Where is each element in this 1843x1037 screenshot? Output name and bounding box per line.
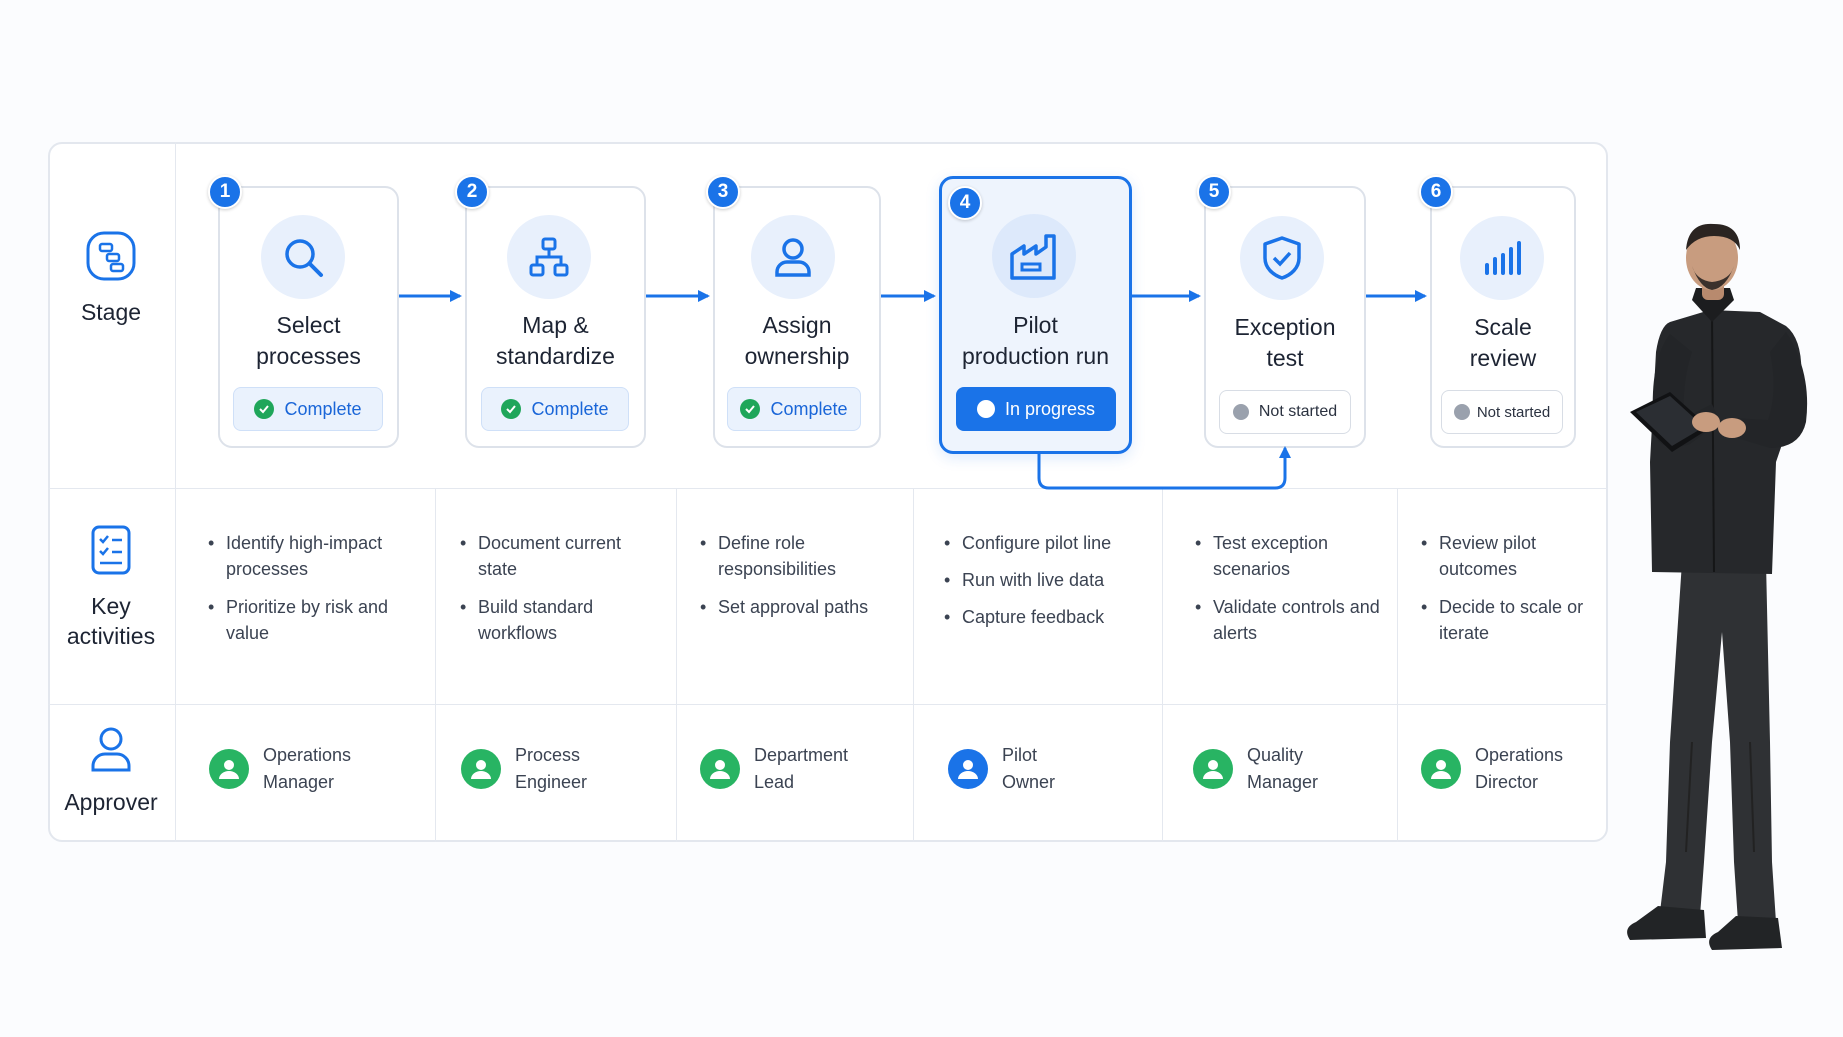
row-divider-stage	[48, 488, 1608, 489]
checklist-icon	[48, 524, 174, 584]
stage-title: Select processes	[256, 312, 361, 369]
row-label-approver: Approver	[48, 726, 174, 818]
stage-title: Exception test	[1234, 314, 1336, 371]
stage-number-badge: 1	[208, 175, 242, 209]
progress-dot-icon	[976, 400, 995, 418]
list-item: Review pilot outcomes	[1419, 530, 1599, 582]
bar-chart-icon	[1460, 216, 1544, 300]
status-badge-complete: Complete	[233, 387, 383, 431]
activities-list-1: Identify high-impact processes Prioritiz…	[206, 530, 411, 658]
status-badge-complete: Complete	[481, 387, 629, 431]
status-dot-icon	[1232, 404, 1249, 420]
stage-icon	[48, 230, 174, 290]
user-icon	[751, 215, 835, 299]
row-label-approver-text: Approver	[64, 788, 158, 815]
column-divider	[1162, 488, 1163, 842]
row-divider-activities	[48, 704, 1608, 705]
approver-2: Process Engineer	[461, 742, 587, 796]
row-label-stage-text: Stage	[80, 298, 142, 325]
list-item: Validate controls and alerts	[1193, 594, 1383, 646]
status-dot-icon	[1453, 404, 1470, 420]
person-with-tablet-illustration	[1627, 223, 1808, 950]
label-column-divider	[175, 142, 176, 842]
stage-number-badge: 4	[948, 186, 982, 220]
activities-list-6: Review pilot outcomes Decide to scale or…	[1419, 530, 1599, 658]
factory-icon	[992, 214, 1076, 298]
row-label-stage: Stage	[48, 230, 174, 328]
list-item: Run with live data	[942, 567, 1152, 593]
list-item: Identify high-impact processes	[206, 530, 411, 582]
status-badge-not-started: Not started	[1441, 390, 1563, 434]
status-badge-complete: Complete	[727, 387, 861, 431]
stage-number-badge: 6	[1419, 175, 1453, 209]
avatar	[461, 749, 501, 789]
check-icon	[254, 399, 275, 419]
hierarchy-icon	[507, 215, 591, 299]
status-badge-not-started: Not started	[1219, 390, 1351, 434]
avatar	[948, 749, 988, 789]
column-divider	[676, 488, 677, 842]
search-icon	[261, 215, 345, 299]
stage-number-badge: 5	[1197, 175, 1231, 209]
person-outline-icon	[48, 726, 174, 780]
stage-title: Scale review	[1469, 314, 1537, 371]
shield-check-icon	[1240, 216, 1324, 300]
status-badge-in-progress: In progress	[956, 387, 1116, 431]
approver-3: Department Lead	[700, 742, 848, 796]
stage-title: Pilot production run	[961, 312, 1110, 369]
list-item: Set approval paths	[698, 594, 898, 620]
avatar	[1193, 749, 1233, 789]
list-item: Decide to scale or iterate	[1419, 594, 1599, 646]
activities-list-3: Define role responsibilities Set approva…	[698, 530, 898, 632]
list-item: Capture feedback	[942, 604, 1152, 630]
approver-4: Pilot Owner	[948, 742, 1055, 796]
column-divider	[435, 488, 436, 842]
row-label-activities-text: Key activities	[66, 592, 156, 649]
list-item: Configure pilot line	[942, 530, 1152, 556]
check-icon	[740, 399, 761, 419]
list-item: Document current state	[458, 530, 658, 582]
stage-number-badge: 3	[706, 175, 740, 209]
column-divider	[913, 488, 914, 842]
avatar	[700, 749, 740, 789]
approver-6: Operations Director	[1421, 742, 1563, 796]
check-icon	[501, 399, 522, 419]
avatar	[209, 749, 249, 789]
row-label-activities: Key activities	[48, 524, 174, 652]
approver-5: Quality Manager	[1193, 742, 1318, 796]
stage-title: Assign ownership	[744, 312, 850, 369]
stage-number-badge: 2	[455, 175, 489, 209]
stage-title: Map & standardize	[496, 312, 615, 369]
list-item: Build standard workflows	[458, 594, 658, 646]
list-item: Prioritize by risk and value	[206, 594, 411, 646]
column-divider	[1397, 488, 1398, 842]
activities-list-2: Document current state Build standard wo…	[458, 530, 658, 658]
approver-1: Operations Manager	[209, 742, 351, 796]
list-item: Define role responsibilities	[698, 530, 898, 582]
avatar	[1421, 749, 1461, 789]
activities-list-5: Test exception scenarios Validate contro…	[1193, 530, 1383, 658]
list-item: Test exception scenarios	[1193, 530, 1383, 582]
activities-list-4: Configure pilot line Run with live data …	[942, 530, 1152, 641]
